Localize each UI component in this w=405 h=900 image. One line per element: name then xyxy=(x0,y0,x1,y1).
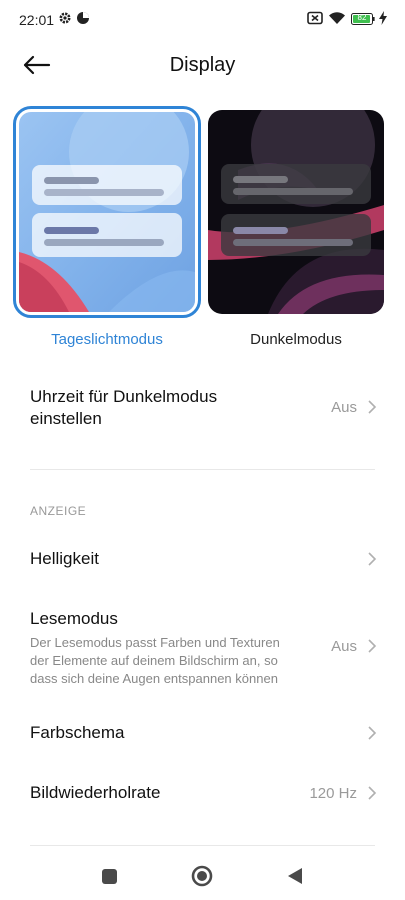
data-saver-icon xyxy=(76,11,90,30)
wifi-icon xyxy=(328,11,346,30)
reading-mode-description-line3: dass sich deine Augen entspannen können xyxy=(30,671,278,686)
light-mode-card[interactable] xyxy=(13,106,201,318)
page-title: Display xyxy=(169,54,236,76)
recents-button[interactable] xyxy=(98,864,122,888)
brightness-row[interactable]: Helligkeit xyxy=(0,540,405,580)
divider xyxy=(30,469,375,470)
reading-mode-description-line2: der Elemente auf deinem Bildschirm an, s… xyxy=(30,653,278,668)
divider xyxy=(30,845,375,846)
dark-mode-schedule-title: Uhrzeit für Dunkelmodus einstellen xyxy=(30,386,217,430)
no-sim-icon xyxy=(307,11,323,30)
status-bar: 22:01 82 xyxy=(0,0,405,38)
dark-mode-schedule-title-line2: einstellen xyxy=(30,409,102,428)
dark-mode-card[interactable] xyxy=(208,110,384,314)
chevron-right-icon xyxy=(367,399,377,415)
dark-mode-schedule-value: Aus xyxy=(331,399,357,416)
light-mode-preview xyxy=(19,112,195,312)
back-nav-button[interactable] xyxy=(284,864,308,888)
home-circle-icon xyxy=(190,865,214,892)
status-time: 22:01 xyxy=(19,12,55,28)
dark-mode-label[interactable]: Dunkelmodus xyxy=(202,331,390,348)
reading-mode-description: Der Lesemodus passt Farben und Texturen … xyxy=(30,634,310,688)
navigation-bar xyxy=(0,850,405,900)
section-label-display: ANZEIGE xyxy=(30,504,87,518)
chevron-right-icon xyxy=(367,725,377,741)
home-button[interactable] xyxy=(190,864,214,888)
chevron-right-icon xyxy=(367,785,377,801)
reading-mode-row[interactable]: Lesemodus Der Lesemodus passt Farben und… xyxy=(0,600,405,690)
color-scheme-title: Farbschema xyxy=(30,723,125,742)
settings-gear-icon xyxy=(58,11,72,30)
reading-mode-description-line1: Der Lesemodus passt Farben und Texturen xyxy=(30,635,280,650)
brightness-title: Helligkeit xyxy=(30,549,99,568)
refresh-rate-value: 120 Hz xyxy=(309,785,357,802)
refresh-rate-title: Bildwiederholrate xyxy=(30,783,161,802)
refresh-rate-row[interactable]: Bildwiederholrate 120 Hz xyxy=(0,774,405,814)
dark-mode-schedule-row[interactable]: Uhrzeit für Dunkelmodus einstellen Aus xyxy=(0,380,405,440)
back-triangle-icon xyxy=(284,868,308,892)
chevron-right-icon xyxy=(367,638,377,654)
dark-mode-preview xyxy=(208,110,384,314)
header: Display xyxy=(0,40,405,90)
recents-square-icon xyxy=(98,869,122,892)
reading-mode-value: Aus xyxy=(331,638,357,655)
charging-icon xyxy=(379,11,387,30)
light-mode-label[interactable]: Tageslichtmodus xyxy=(13,331,201,348)
reading-mode-title: Lesemodus xyxy=(30,609,118,628)
color-scheme-row[interactable]: Farbschema xyxy=(0,714,405,754)
battery-level: 82 xyxy=(357,13,367,22)
dark-mode-schedule-title-line1: Uhrzeit für Dunkelmodus xyxy=(30,387,218,406)
chevron-right-icon xyxy=(367,551,377,567)
